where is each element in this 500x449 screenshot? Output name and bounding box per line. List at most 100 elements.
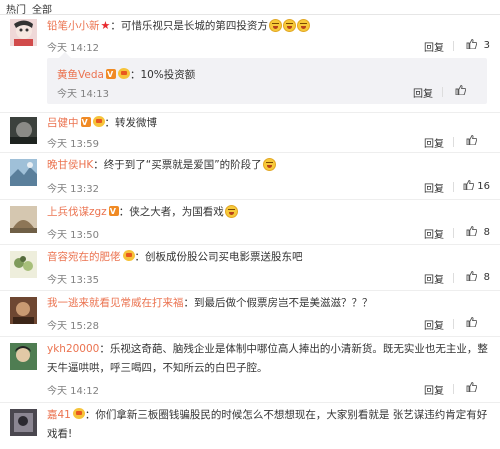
- like-button[interactable]: 8: [466, 271, 490, 283]
- like-count: 3: [483, 40, 490, 51]
- reply-button[interactable]: 回复: [413, 85, 433, 100]
- like-button[interactable]: [455, 85, 479, 97]
- avatar[interactable]: [10, 343, 37, 370]
- separator: ：: [183, 297, 195, 309]
- divider: [453, 228, 454, 238]
- like-button[interactable]: [466, 382, 490, 394]
- comment-item: 铅笔小小新★：可惜乐视只是长城的第四投资方 今天 14:12 回复 3 黄鱼Ve…: [0, 15, 500, 113]
- reply-text: 10%投资额: [140, 69, 196, 81]
- reply-button[interactable]: 回复: [424, 271, 444, 286]
- vip-icon: [92, 116, 105, 127]
- thumbs-up-icon: [466, 317, 477, 327]
- laugh-cry-emoji-icon: [262, 158, 276, 171]
- comment-body: 我一逃来就看见常威在打来福：到最后做个假票房岂不是美滋滋？？？: [47, 294, 490, 313]
- divider: [453, 182, 454, 192]
- avatar[interactable]: [10, 206, 37, 233]
- laugh-cry-emoji-icon: [268, 19, 282, 32]
- comment-time: 今天 13:59: [47, 139, 99, 150]
- thumbs-up-icon: [466, 226, 477, 236]
- comment-text: 乐视这奇葩、脑残企业是体制中哪位高人捧出的小清新货。既无实业也无主业，整天牛逼哄…: [47, 343, 488, 374]
- comment-item: 音容宛在的肥佬 ：创板成份股公司买电影票送股东吧 今天 13:35 回复 8: [0, 245, 500, 291]
- divider: [453, 273, 454, 283]
- reply-meta: 今天 14:13 回复: [57, 85, 479, 100]
- thumbs-up-icon: [466, 135, 477, 145]
- comment-username[interactable]: 嘉41: [47, 409, 71, 421]
- star-icon: ★: [100, 19, 111, 32]
- comment-item: 吕健中 ：转发微博 今天 13:59 回复: [0, 113, 500, 153]
- comment-text: 可惜乐视只是长城的第四投资方: [120, 20, 268, 32]
- comment-item: 嘉41 ：你们拿新三板圈钱骗股民的时候怎么不想想现在，大家别看就是 张艺谋违约肯定…: [0, 403, 500, 449]
- avatar[interactable]: [10, 117, 37, 144]
- thumbs-up-icon: [466, 271, 477, 281]
- reply-button[interactable]: 回复: [424, 135, 444, 150]
- comment-body: 晚甘侯HK：终于到了“买票就是爱国”的阶段了: [47, 156, 490, 175]
- comment-text: 创板成份股公司买电影票送股东吧: [145, 251, 303, 263]
- nested-reply: 黄鱼Veda ：10%投资额 今天 14:13 回复: [47, 52, 487, 104]
- divider: [453, 319, 454, 329]
- comment-meta: 今天 15:28 回复: [47, 317, 490, 332]
- comment-tabs: 热门 全部: [0, 0, 500, 16]
- like-button[interactable]: [466, 317, 490, 329]
- comment-username[interactable]: 晚甘侯HK: [47, 159, 93, 171]
- reply-button[interactable]: 回复: [424, 39, 444, 54]
- reply-button[interactable]: 回复: [424, 317, 444, 332]
- like-count: 8: [483, 227, 490, 238]
- comment-username[interactable]: 我一逃来就看见常威在打来福: [47, 297, 184, 309]
- vip-icon: [72, 408, 85, 419]
- comment-username[interactable]: 音容宛在的肥佬: [47, 251, 121, 263]
- verified-v-icon: [80, 113, 91, 132]
- separator: ：: [110, 20, 121, 32]
- tab-all[interactable]: 全部: [32, 1, 52, 16]
- comment-time: 今天 14:12: [47, 386, 99, 397]
- comment-item: 上兵伐谋zgz ：侠之大者，为国看戏 今天 13:50 回复 8: [0, 200, 500, 245]
- thumbs-up-icon: [463, 180, 475, 190]
- separator: ：: [129, 69, 141, 81]
- separator: ：: [84, 409, 96, 421]
- like-button[interactable]: 16: [463, 180, 490, 192]
- vip-icon: [117, 68, 130, 79]
- reply-button[interactable]: 回复: [424, 226, 444, 241]
- avatar[interactable]: [10, 19, 37, 46]
- comment-time: 今天 13:50: [47, 230, 99, 241]
- comment-time: 今天 13:35: [47, 275, 99, 286]
- thumbs-up-icon: [466, 382, 477, 392]
- divider: [442, 87, 443, 97]
- reply-time: 今天 14:13: [57, 89, 109, 100]
- avatar[interactable]: [10, 251, 37, 278]
- comment-body: 嘉41 ：你们拿新三板圈钱骗股民的时候怎么不想想现在，大家别看就是 张艺谋违约肯定…: [47, 406, 490, 444]
- comment-username[interactable]: 上兵伐谋zgz: [47, 206, 107, 218]
- comment-item: 晚甘侯HK：终于到了“买票就是爱国”的阶段了 今天 13:32 回复 16: [0, 153, 500, 200]
- like-button[interactable]: 8: [466, 226, 490, 238]
- divider: [453, 137, 454, 147]
- laugh-cry-emoji-icon: [224, 205, 238, 218]
- separator: ：: [134, 251, 146, 263]
- reply-username[interactable]: 黄鱼Veda: [57, 69, 104, 81]
- separator: ：: [118, 206, 130, 218]
- laugh-cry-emoji-icon: [296, 19, 310, 32]
- avatar[interactable]: [10, 409, 37, 436]
- avatar[interactable]: [10, 159, 37, 186]
- tab-hot[interactable]: 热门: [6, 1, 26, 16]
- like-button[interactable]: [466, 135, 490, 147]
- comment-item: ykh20000：乐视这奇葩、脑残企业是体制中哪位高人捧出的小清新货。既无实业也…: [0, 337, 500, 403]
- thumbs-up-icon: [466, 39, 477, 49]
- comment-meta: 今天 13:59 回复: [47, 135, 490, 150]
- comment-text: 你们拿新三板圈钱骗股民的时候怎么不想想现在，大家别看就是 张艺谋违约肯定有好戏看…: [47, 409, 488, 440]
- comment-text: 终于到了“买票就是爱国”的阶段了: [103, 159, 262, 171]
- comment-text: 到最后做个假票房岂不是美滋滋？？？: [194, 297, 373, 309]
- like-button[interactable]: 3: [466, 39, 490, 51]
- comment-username[interactable]: 吕健中: [47, 117, 79, 129]
- comment-username[interactable]: 铅笔小小新: [47, 20, 100, 32]
- like-count: 8: [483, 272, 490, 283]
- comment-meta: 今天 14:12 回复: [47, 382, 490, 397]
- comment-time: 今天 15:28: [47, 321, 99, 332]
- like-count: 16: [477, 181, 490, 192]
- comment-username[interactable]: ykh20000: [47, 343, 99, 355]
- verified-v-icon: [108, 202, 119, 221]
- reply-button[interactable]: 回复: [424, 382, 444, 397]
- comment-text: 转发微博: [115, 117, 157, 129]
- comment-body: 吕健中 ：转发微博: [47, 113, 490, 133]
- avatar[interactable]: [10, 297, 37, 324]
- comment-body: 音容宛在的肥佬 ：创板成份股公司买电影票送股东吧: [47, 248, 490, 267]
- reply-button[interactable]: 回复: [424, 180, 444, 195]
